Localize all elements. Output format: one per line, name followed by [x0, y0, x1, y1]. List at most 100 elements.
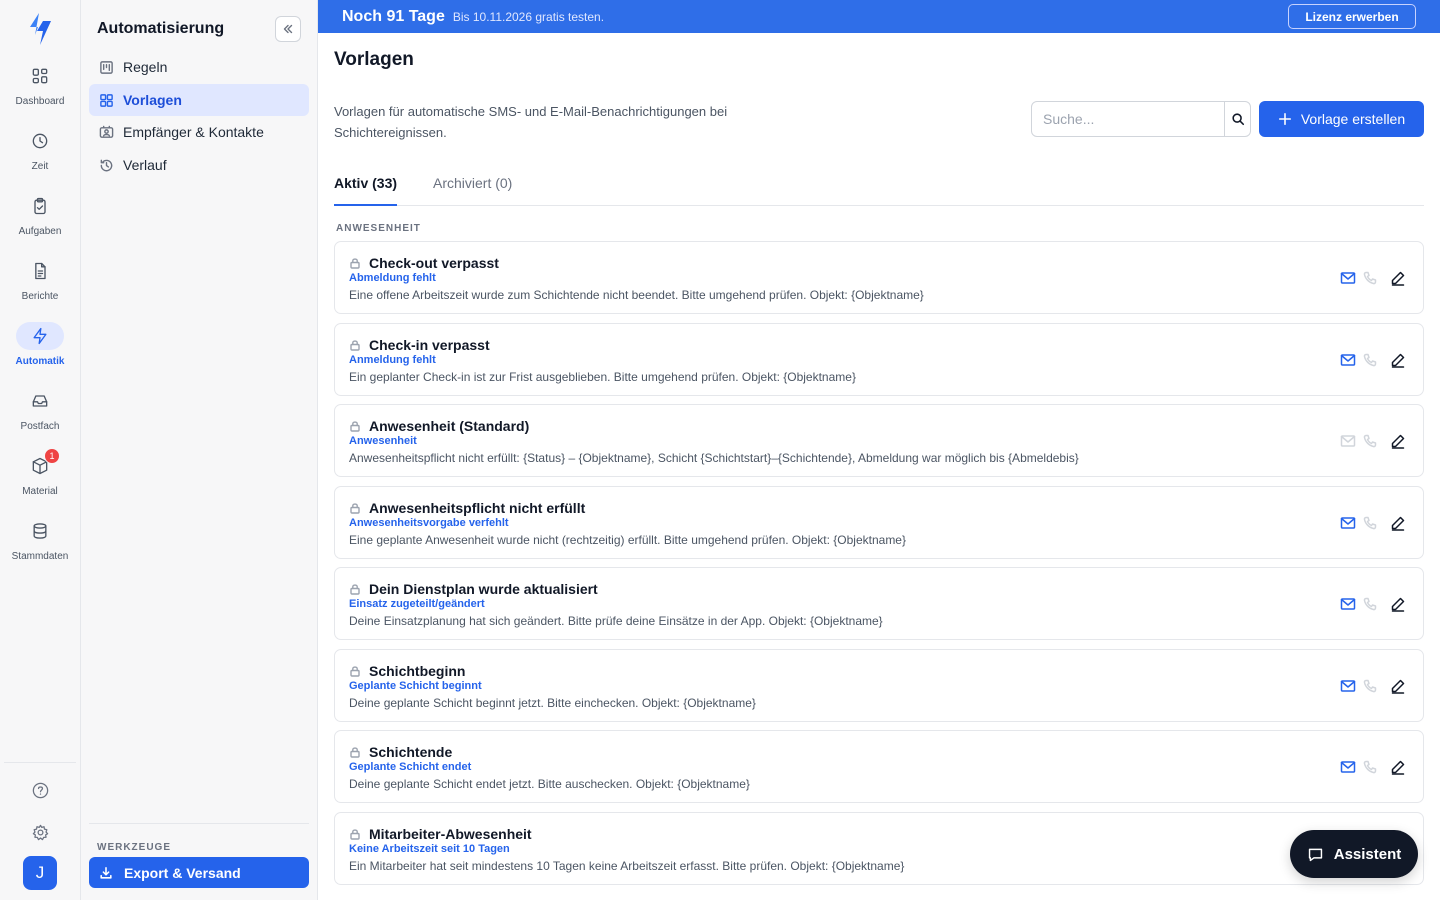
search-button[interactable] — [1224, 102, 1250, 136]
template-description: Deine geplante Schicht beginnt jetzt. Bi… — [349, 696, 756, 710]
sidebar-item-label: Verlauf — [123, 157, 167, 173]
plus-icon — [1278, 112, 1291, 126]
sms-channel-icon[interactable] — [1361, 758, 1379, 776]
trial-days-remaining: Noch 91 Tage — [342, 7, 445, 25]
template-description: Anwesenheitspflicht nicht erfüllt: {Stat… — [349, 451, 1079, 465]
template-actions — [1339, 758, 1407, 776]
sms-channel-icon[interactable] — [1361, 432, 1379, 450]
download-icon — [100, 866, 112, 879]
rail-label: Aufgaben — [18, 226, 62, 237]
email-channel-icon[interactable] — [1339, 514, 1357, 532]
template-actions — [1339, 514, 1407, 532]
template-card[interactable]: Check-in verpasst Anmeldung fehlt Ein gepl… — [334, 323, 1424, 396]
search-box — [1031, 101, 1251, 137]
gear-icon[interactable] — [28, 820, 52, 844]
template-actions — [1339, 351, 1407, 369]
template-description: Deine Einsatzplanung hat sich geändert. … — [349, 614, 883, 628]
export-button-label: Export & Versand — [124, 864, 241, 881]
page-title: Vorlagen — [334, 49, 414, 70]
tools-section-label: WERKZEUGE — [97, 842, 171, 853]
template-card[interactable]: Anwesenheitspflicht nicht erfüllt Anwesen… — [334, 486, 1424, 559]
edit-pencil-icon[interactable] — [1389, 351, 1407, 369]
template-card[interactable]: Mitarbeiter-Abwesenheit Keine Arbeitszeit… — [334, 812, 1424, 885]
sidebar-item-verlauf[interactable]: Verlauf — [89, 149, 309, 181]
tab-archiviert[interactable]: Archiviert (0) — [433, 175, 512, 206]
sidebar-item-vorlagen[interactable]: Vorlagen — [89, 84, 309, 116]
sidebar-title: Automatisierung — [97, 20, 225, 37]
user-avatar[interactable]: J — [23, 856, 57, 890]
template-trigger: Geplante Schicht endet — [349, 761, 472, 773]
contact-card-icon — [99, 125, 114, 138]
inbox-icon — [16, 387, 64, 415]
email-channel-icon[interactable] — [1339, 758, 1357, 776]
template-card[interactable]: Check-out verpasst Abmeldung fehlt Eine of… — [334, 241, 1424, 314]
lock-icon — [349, 338, 361, 351]
create-template-button[interactable]: Vorlage erstellen — [1259, 101, 1424, 137]
sms-channel-icon[interactable] — [1361, 677, 1379, 695]
search-icon — [1231, 113, 1244, 126]
rail-label: Dashboard — [15, 96, 65, 107]
sms-channel-icon[interactable] — [1361, 269, 1379, 287]
edit-pencil-icon[interactable] — [1389, 595, 1407, 613]
buy-license-button[interactable]: Lizenz erwerben — [1288, 4, 1416, 29]
assistant-button[interactable]: Assistent — [1290, 830, 1418, 878]
tab-aktiv[interactable]: Aktiv (33) — [334, 175, 398, 206]
rail-label: Stammdaten — [11, 551, 69, 562]
sidebar-item-regeln[interactable]: Regeln — [89, 51, 309, 83]
box-icon: 1 — [16, 448, 64, 480]
edit-pencil-icon[interactable] — [1389, 758, 1407, 776]
template-card[interactable]: Dein Dienstplan wurde aktualisiert Einsat… — [334, 567, 1424, 640]
template-actions — [1339, 269, 1407, 287]
template-card[interactable]: Schichtbeginn Geplante Schicht beginnt Dei… — [334, 649, 1424, 722]
template-trigger: Einsatz zugeteilt/geändert — [349, 598, 485, 610]
chat-icon — [1308, 848, 1322, 861]
history-icon — [100, 159, 113, 171]
edit-pencil-icon[interactable] — [1389, 677, 1407, 695]
icon-rail: Dashboard Zeit Aufgaben Berichte Automat… — [0, 0, 81, 900]
lock-icon — [349, 827, 361, 840]
template-title: Anwesenheitspflicht nicht erfüllt — [369, 500, 586, 516]
database-icon — [16, 517, 64, 545]
email-channel-icon[interactable] — [1339, 269, 1357, 287]
rail-item-berichte[interactable]: Berichte — [0, 257, 80, 317]
page-description: Vorlagen für automatische SMS- und E-Mai… — [334, 104, 728, 140]
rail-item-material[interactable]: 1 Material — [0, 448, 80, 512]
export-button[interactable]: Export & Versand — [89, 857, 309, 888]
sms-channel-icon[interactable] — [1361, 514, 1379, 532]
template-title: Mitarbeiter-Abwesenheit — [369, 826, 532, 842]
sms-channel-icon[interactable] — [1361, 351, 1379, 369]
collapse-sidebar-button[interactable] — [275, 16, 301, 42]
lock-icon — [349, 256, 361, 269]
rail-item-postfach[interactable]: Postfach — [0, 387, 80, 447]
email-channel-icon[interactable] — [1339, 351, 1357, 369]
chevrons-left-icon — [283, 24, 293, 34]
template-card[interactable]: Schichtende Geplante Schicht endet Deine g… — [334, 730, 1424, 803]
edit-pencil-icon[interactable] — [1389, 514, 1407, 532]
search-input[interactable] — [1032, 102, 1224, 136]
trial-subtitle: Bis 10.11.2026 gratis testen. — [452, 9, 605, 24]
main-content: Vorlagen Vorlagen für automatische SMS- … — [318, 33, 1440, 900]
template-card[interactable]: Anwesenheit (Standard) Anwesenheit Anwesen… — [334, 404, 1424, 477]
sidebar-item-empfaenger[interactable]: Empfänger & Kontakte — [89, 116, 309, 148]
rail-item-dashboard[interactable]: Dashboard — [0, 62, 80, 122]
lock-icon — [349, 745, 361, 758]
template-trigger: Geplante Schicht beginnt — [349, 680, 482, 692]
app-logo-icon[interactable] — [26, 12, 54, 46]
edit-pencil-icon[interactable] — [1389, 432, 1407, 450]
email-channel-icon[interactable] — [1339, 677, 1357, 695]
template-title: Dein Dienstplan wurde aktualisiert — [369, 581, 598, 597]
rail-item-aufgaben[interactable]: Aufgaben — [0, 192, 80, 252]
email-channel-icon[interactable] — [1339, 432, 1357, 450]
sidebar-item-label: Regeln — [123, 59, 168, 75]
section-label: ANWESENHEIT — [336, 223, 421, 234]
sidebar-item-label: Empfänger & Kontakte — [123, 124, 264, 140]
edit-pencil-icon[interactable] — [1389, 269, 1407, 287]
lock-icon — [349, 664, 361, 677]
rail-item-zeit[interactable]: Zeit — [0, 127, 80, 187]
sms-channel-icon[interactable] — [1361, 595, 1379, 613]
help-icon[interactable] — [28, 778, 52, 802]
rail-item-automatik[interactable]: Automatik — [0, 322, 80, 382]
rail-item-stammdaten[interactable]: Stammdaten — [0, 517, 80, 577]
template-title: Check-in verpasst — [369, 337, 490, 353]
email-channel-icon[interactable] — [1339, 595, 1357, 613]
